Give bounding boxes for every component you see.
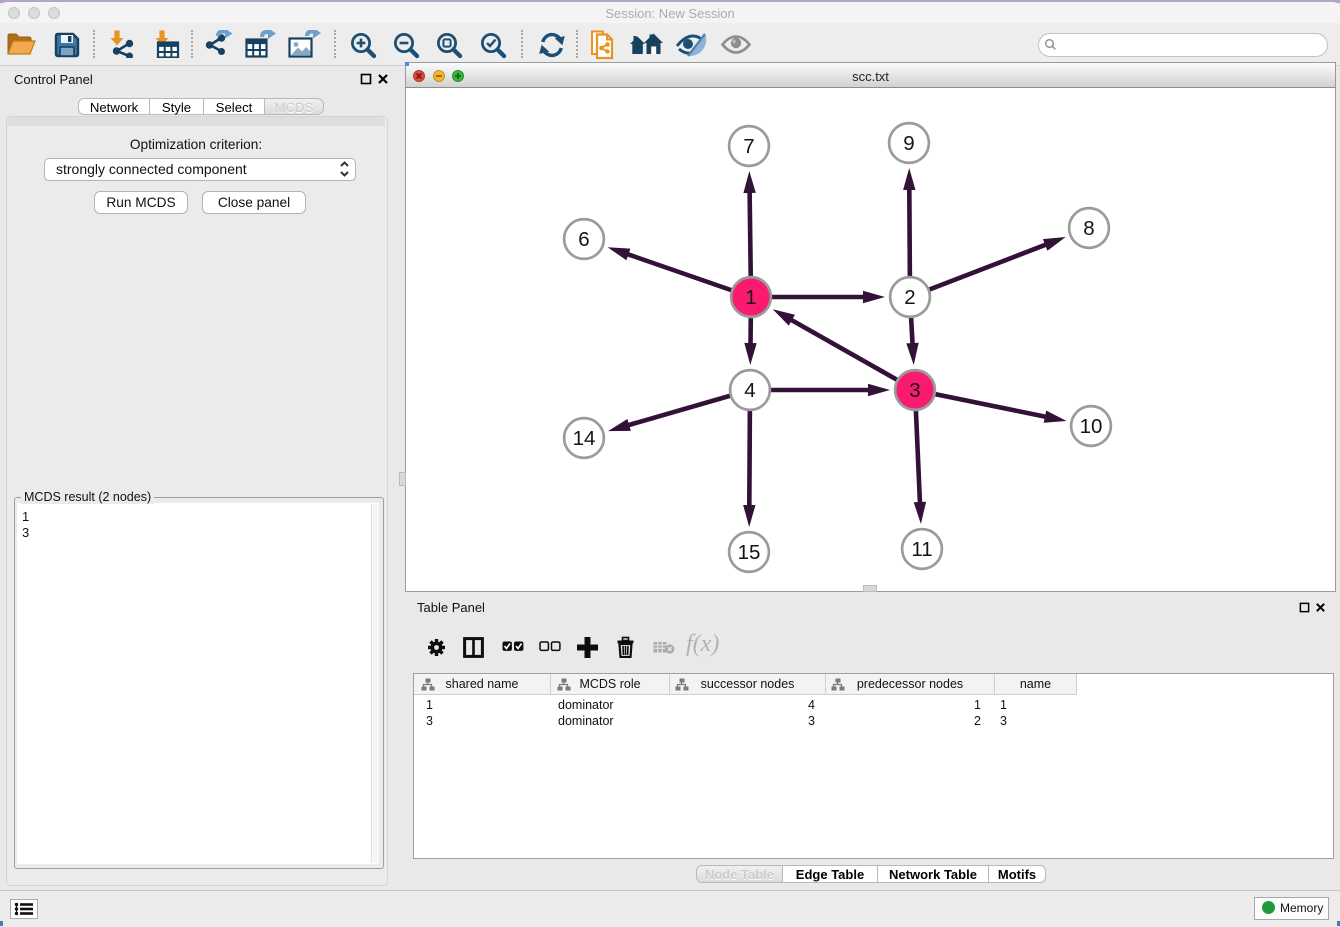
svg-text:3: 3 bbox=[909, 379, 920, 402]
svg-text:8: 8 bbox=[1083, 217, 1094, 240]
svg-text:14: 14 bbox=[573, 427, 596, 450]
svg-text:10: 10 bbox=[1080, 415, 1103, 438]
svg-text:11: 11 bbox=[911, 538, 932, 561]
svg-text:1: 1 bbox=[745, 286, 756, 309]
svg-text:6: 6 bbox=[578, 228, 589, 251]
svg-text:7: 7 bbox=[743, 135, 754, 158]
svg-text:9: 9 bbox=[903, 132, 914, 155]
svg-text:4: 4 bbox=[744, 379, 755, 402]
svg-text:2: 2 bbox=[904, 286, 915, 309]
svg-text:15: 15 bbox=[738, 541, 761, 564]
